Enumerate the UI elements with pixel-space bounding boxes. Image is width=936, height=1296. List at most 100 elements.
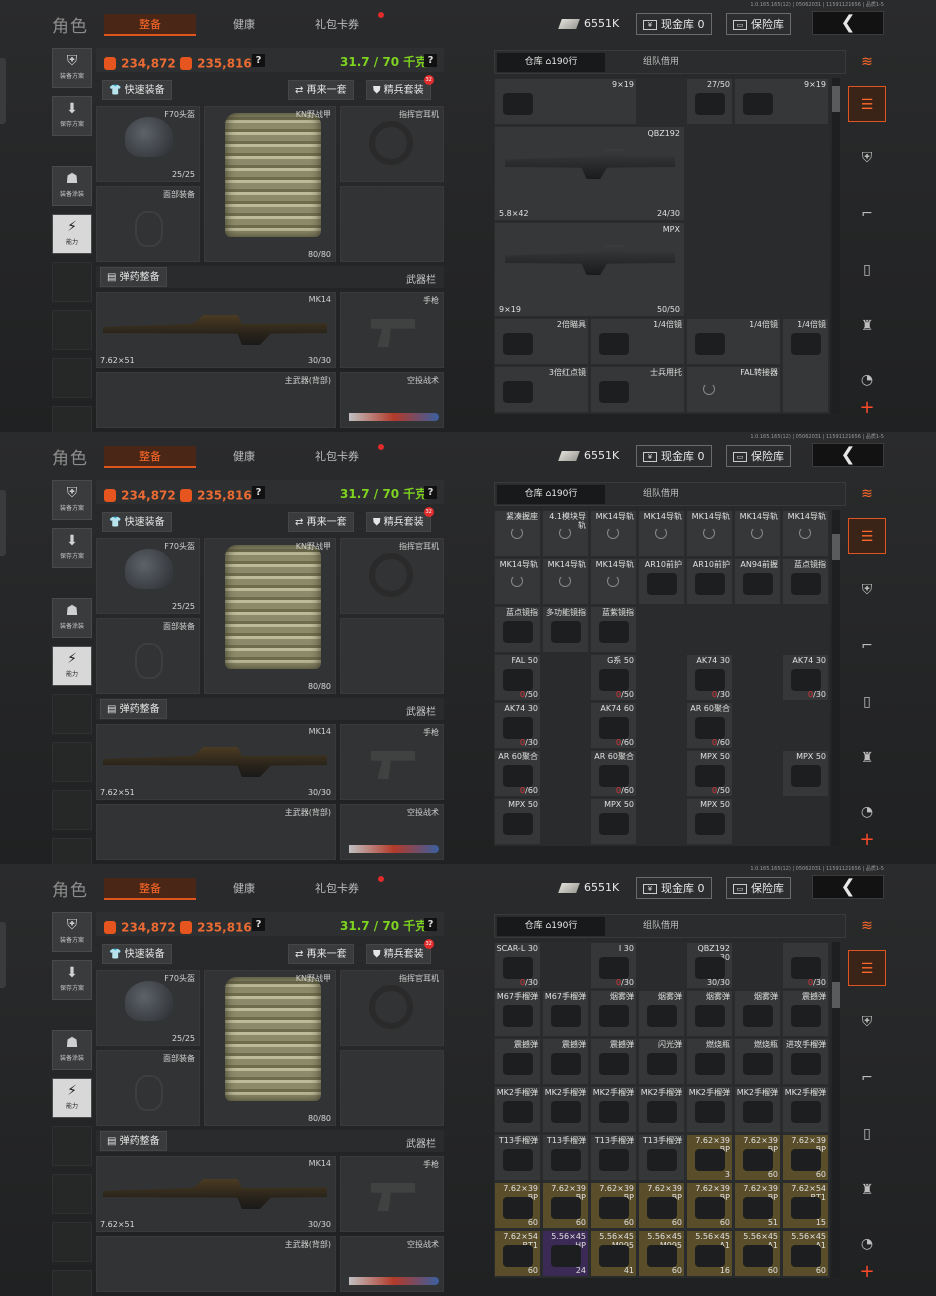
edge-drawer-tab[interactable] [0,490,6,556]
role-title[interactable]: 角色 [52,12,88,37]
inventory-item[interactable]: AR10前护 [686,558,733,605]
weight-help-icon[interactable]: ? [424,54,437,67]
melee-slot[interactable]: 空投战术 [340,1236,444,1292]
inventory-item[interactable]: 多功能镜指 [542,606,589,653]
secondary-weapon-slot[interactable]: 主武器(背部) [96,1236,336,1292]
grenade-icon[interactable]: ♜ [848,1172,886,1208]
inventory-item[interactable]: MK14导轨 [590,510,637,557]
inventory-item[interactable]: 5.56×45 A1 16 [686,1230,733,1277]
inventory-item[interactable]: AN94前握 [734,558,781,605]
inventory-item[interactable]: 7.62×39 BP 60 [542,1182,589,1229]
inventory-item[interactable]: 7.62×39 BP 3 [686,1134,733,1181]
inventory-item[interactable]: AK74 60 0/60 [590,702,637,749]
inventory-item[interactable]: 7.62×39 BP 60 [638,1182,685,1229]
loadout-plan-button[interactable]: ⛨ 装备方案 [52,912,92,952]
inventory-item[interactable]: QBZ192 5.8×42 24/30 [494,126,685,221]
inventory-item[interactable]: AR 60聚合 0/60 [686,702,733,749]
tab-health[interactable]: 健康 [200,878,288,900]
inventory-item[interactable]: 烟雾弹 [638,990,685,1037]
empty-gear-slot[interactable] [340,186,444,262]
inventory-scrollbar[interactable] [832,78,840,414]
vault-button[interactable]: ▭ 保险库 [726,445,791,467]
inventory-item[interactable]: 7.62×39 BP 51 [734,1182,781,1229]
quick-equip-button[interactable]: 👕 快速装备 [102,512,172,532]
inventory-item[interactable]: MPX 50 [590,798,637,845]
inventory-item[interactable]: 9×19 [494,78,637,125]
helmet-slot[interactable]: F70头盔 25/25 [96,970,200,1046]
inventory-item[interactable]: I 30 0/30 [590,942,637,989]
inventory-item[interactable]: AR10前护 [638,558,685,605]
role-title[interactable]: 角色 [52,876,88,901]
rifle-icon[interactable]: ⌐ [848,628,886,664]
armor-icon[interactable]: ⛨ [848,572,886,608]
melee-slot[interactable]: 空投战术 [340,804,444,860]
inventory-item[interactable]: M67手榴弹 [542,990,589,1037]
inventory-item[interactable]: MK14导轨 [734,510,781,557]
weight-help-icon[interactable]: ? [424,486,437,499]
elite-set-button[interactable]: ⛊ 精兵套装 32 [366,939,434,964]
inventory-item[interactable]: 7.62×39 BP 60 [494,1182,541,1229]
scroll-thumb[interactable] [832,86,840,112]
inventory-item[interactable]: 蓝点镜指 [782,558,829,605]
tab-warehouse[interactable]: 仓库 ⌂190行 [497,485,605,504]
tab-team-borrow[interactable]: 组队借用 [611,485,711,504]
quick-equip-button[interactable]: 👕 快速装备 [102,80,172,100]
armor-icon[interactable]: ⛨ [848,140,886,176]
inventory-item[interactable]: 烟雾弹 [734,990,781,1037]
inventory-item[interactable]: 7.62×39 BP 60 [686,1182,733,1229]
loadout-plan-button[interactable]: ⛨ 装备方案 [52,48,92,88]
helmet-slot[interactable]: F70头盔 25/25 [96,538,200,614]
headset-slot[interactable]: 指挥官耳机 [340,106,444,182]
ability-button[interactable]: ⚡ 能力 [52,1078,92,1118]
inventory-item[interactable]: MK14导轨 [638,510,685,557]
skin-button[interactable]: ☗ 装备涂装 [52,598,92,638]
inventory-item[interactable]: FAL 50 0/50 [494,654,541,701]
tab-team-borrow[interactable]: 组队借用 [611,917,711,936]
inventory-item[interactable]: 士兵用托 [590,366,685,413]
gold-vault-button[interactable]: ¥ 现金库 0 [636,877,712,899]
loadout-plan-button[interactable]: ⛨ 装备方案 [52,480,92,520]
inventory-item[interactable]: MK14导轨 [590,558,637,605]
grenade-icon[interactable]: ♜ [848,308,886,344]
inventory-item[interactable]: 3倍红点镜 [494,366,589,413]
inventory-item[interactable]: 震撼弹 [782,990,829,1037]
ability-button[interactable]: ⚡ 能力 [52,214,92,254]
tab-gift[interactable]: 礼包卡券 [292,446,382,468]
back-button[interactable]: ❮ [812,443,884,467]
inventory-item[interactable]: T13手榴弹 [638,1134,685,1181]
inventory-item[interactable]: 7.62×39 BP 60 [734,1134,781,1181]
rifle-icon[interactable]: ⌐ [848,196,886,232]
inventory-item[interactable]: 2倍瞄具 [494,318,589,365]
melee-slot[interactable]: 空投战术 [340,372,444,428]
tab-warehouse[interactable]: 仓库 ⌂190行 [497,917,605,936]
primary-weapon-slot[interactable]: MK14 7.62×51 30/30 [96,1156,336,1232]
inventory-item[interactable]: 震撼弹 [542,1038,589,1085]
inventory-item[interactable]: AR 60聚合 0/60 [494,750,541,797]
inventory-item[interactable]: MK2手榴弹 [542,1086,589,1133]
inventory-item[interactable]: 5.56×45 M99560 [638,1230,685,1277]
armor-icon[interactable]: ⛨ [848,1004,886,1040]
save-plan-button[interactable]: ⬇ 保存方案 [52,960,92,1000]
headset-slot[interactable]: 指挥官耳机 [340,538,444,614]
inventory-item[interactable]: MK14导轨 [782,510,829,557]
repeat-set-button[interactable]: ⇄ 再来一套 [288,944,354,964]
magazine-icon[interactable]: ▯ [848,1116,886,1152]
elite-set-button[interactable]: ⛊ 精兵套装 32 [366,75,434,100]
inventory-item[interactable]: 27/50 [686,78,733,125]
inventory-item[interactable]: 燃烧瓶 [734,1038,781,1085]
inventory-item[interactable]: AR 60聚合 0/60 [590,750,637,797]
empty-gear-slot[interactable] [340,1050,444,1126]
face-slot[interactable]: 面部装备 [96,1050,200,1126]
skin-button[interactable]: ☗ 装备涂装 [52,1030,92,1070]
inventory-item[interactable]: 7.62×54 BT160 [494,1230,541,1277]
inventory-item[interactable]: MK2手榴弹 [686,1086,733,1133]
face-slot[interactable]: 面部装备 [96,618,200,694]
sort-icon[interactable]: ≋ [848,44,886,80]
gold-vault-button[interactable]: ¥ 现金库 0 [636,445,712,467]
pistol-slot[interactable]: 手枪 [340,292,444,368]
inventory-item[interactable]: 7.62×39 BP 60 [782,1134,829,1181]
inventory-item[interactable]: 1/4倍镜 [590,318,685,365]
helmet-slot[interactable]: F70头盔 25/25 [96,106,200,182]
add-icon[interactable]: + [848,1254,886,1290]
inventory-item[interactable]: 震撼弹 [494,1038,541,1085]
